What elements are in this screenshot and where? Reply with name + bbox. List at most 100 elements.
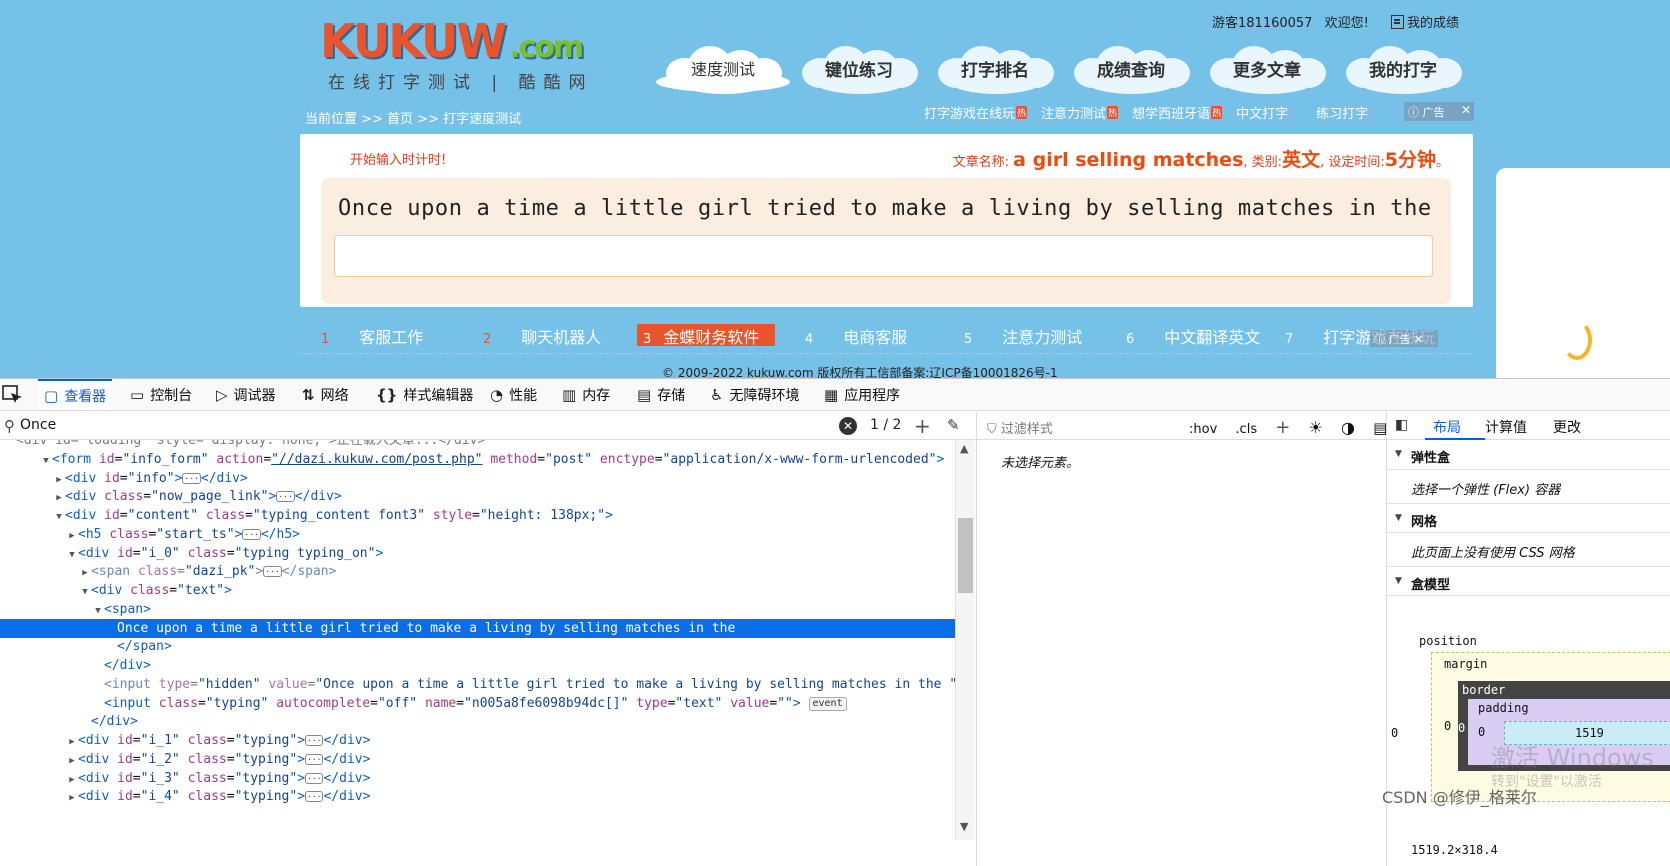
tab-debugger[interactable]: ▷ 调试器	[216, 379, 276, 410]
flexbox-section[interactable]: 弹性盒	[1387, 440, 1670, 470]
typing-input[interactable]	[334, 235, 1433, 277]
tab-memory[interactable]: ▥ 内存	[562, 379, 610, 410]
sub-link[interactable]: 打字游戏在线玩热	[924, 103, 1028, 122]
dark-theme-icon[interactable]: ◑	[1341, 418, 1355, 437]
markup-node[interactable]: ▶ <div id="i_1" class="typing"> ··· </div>	[0, 731, 955, 750]
markup-node[interactable]: <input type="hidden" value="Once upon a …	[0, 675, 955, 694]
markup-node[interactable]: ▼ <span>	[0, 600, 955, 619]
tab-network[interactable]: ⇅ 网络	[302, 379, 349, 410]
element-picker-icon[interactable]	[2, 385, 24, 405]
markup-node[interactable]: ▼ <div id="content" class="typing_content…	[0, 506, 955, 525]
hov-toggle[interactable]: :hov	[1189, 422, 1217, 437]
markup-node[interactable]: ▶ <div id="i_3" class="typing"> ··· </div>	[0, 769, 955, 788]
sub-link[interactable]: 中文打字	[1236, 103, 1288, 122]
scroll-thumb[interactable]	[958, 518, 973, 593]
eyedropper-icon[interactable]: ✎	[947, 416, 960, 434]
layout-tabs: ◧ 布局 计算值 更改	[1387, 412, 1670, 440]
bm-padding-left[interactable]: 0	[1478, 725, 1485, 739]
hot-list-item[interactable]: 2 聊天机器人	[483, 324, 601, 347]
collapsed-content-badge[interactable]: ···	[305, 772, 324, 784]
grid-section[interactable]: 网格	[1387, 503, 1670, 533]
tab-storage[interactable]: ▤ 存储	[637, 379, 685, 410]
collapsed-content-badge[interactable]: ···	[276, 491, 295, 503]
collapsed-content-badge[interactable]: ···	[242, 528, 261, 540]
tab-accessibility[interactable]: ♿ 无障碍环境	[710, 379, 799, 410]
tab-inspector[interactable]: ▢ 查看器	[38, 379, 113, 410]
debugger-icon: ▷	[216, 385, 228, 404]
nav-ranking[interactable]: 打字排名	[934, 42, 1056, 94]
hot-badge: 热	[1016, 106, 1028, 119]
markup-node[interactable]: ▶ <h5 class="start_ts"> ··· </h5>	[0, 525, 955, 544]
nav-label: 我的打字	[1369, 61, 1437, 81]
nav-label: 打字排名	[961, 61, 1029, 81]
markup-node[interactable]: ▼ <div class="text">	[0, 581, 955, 600]
markup-node[interactable]: <input class="typing" autocomplete="off"…	[0, 694, 955, 713]
hot-list-item[interactable]: 3 金蝶财务软件	[637, 324, 776, 347]
hot-list-item[interactable]: 5 注意力测试	[964, 324, 1082, 347]
scroll-up-icon[interactable]: ▲	[960, 442, 968, 455]
tab-application[interactable]: ▦ 应用程序	[824, 379, 900, 410]
nav-score-query[interactable]: 成绩查询	[1070, 42, 1192, 94]
tab-console[interactable]: ▭ 控制台	[130, 379, 192, 410]
tab-performance[interactable]: ◔ 性能	[490, 379, 537, 410]
tab-layout[interactable]: 布局	[1433, 417, 1461, 437]
collapsed-content-badge[interactable]: ···	[263, 566, 282, 578]
hot-list-item[interactable]: 1 客服工作	[321, 324, 423, 347]
markup-node[interactable]: ▼ <div id="i_0" class="typing typing_on">	[0, 544, 955, 563]
site-logo[interactable]: KUKUW .com 在线打字测试 | 酷酷网	[320, 14, 600, 93]
markup-node[interactable]: </div>	[0, 656, 955, 675]
clear-search-icon[interactable]: ✕	[839, 417, 857, 435]
collapsed-content-badge[interactable]: ···	[182, 472, 201, 484]
grid-note: 此页面上没有使用 CSS 网格	[1411, 546, 1575, 561]
my-scores-link[interactable]: 我的成绩	[1407, 16, 1459, 31]
cls-toggle[interactable]: .cls	[1235, 422, 1257, 437]
collapsed-content-badge[interactable]: ···	[305, 735, 324, 746]
markup-node[interactable]: ▶ <div id="i_4" class="typing"> ··· </div>	[0, 787, 955, 806]
tab-changes[interactable]: 更改	[1553, 417, 1581, 437]
filter-styles-input[interactable]: ⛉ 过滤样式	[987, 418, 1053, 437]
sub-link[interactable]: 练习打字	[1316, 103, 1368, 122]
tab-style-editor[interactable]: {} 样式编辑器	[376, 379, 473, 410]
markup-node[interactable]: ▶ <div id="i_2" class="typing"> ··· </div>	[0, 750, 955, 769]
tab-computed[interactable]: 计算值	[1485, 417, 1527, 437]
logo-subtitle: 在线打字测试 | 酷酷网	[328, 73, 594, 93]
toggle-pane-icon[interactable]: ◧	[1395, 417, 1408, 433]
scroll-down-icon[interactable]: ▼	[960, 820, 968, 833]
bm-margin-left[interactable]: 0	[1444, 719, 1451, 733]
markup-node[interactable]: ▶ <div class="now_page_link"> ··· </div>	[0, 487, 955, 506]
application-icon: ▦	[824, 385, 839, 404]
bm-position-label: position	[1419, 634, 1477, 648]
hot-list-item[interactable]: 6 中文翻译英文	[1126, 324, 1260, 347]
add-rule-icon[interactable]: +	[1275, 417, 1290, 438]
main-nav: 速度测试 键位练习 打字排名 成绩查询 更多文章 我的打字	[656, 42, 1464, 98]
markup-node[interactable]: ▶ <div id="info"> ··· </div>	[0, 469, 955, 488]
markup-node[interactable]: </span>	[0, 637, 955, 656]
markup-node[interactable]: </div>	[0, 712, 955, 731]
selected-markup-node[interactable]: Once upon a time a little girl tried to …	[0, 618, 955, 638]
bm-dimensions: 1519.2×318.4	[1411, 843, 1498, 857]
event-badge[interactable]: event	[808, 696, 847, 711]
nav-key-practice[interactable]: 键位练习	[798, 42, 920, 94]
sub-link[interactable]: 想学西班牙语热	[1132, 103, 1223, 122]
html-search-input[interactable]: Once	[20, 417, 56, 433]
markup-node[interactable]: ▼ <form id="info_form" action="//dazi.kuk…	[0, 450, 955, 469]
nav-more-articles[interactable]: 更多文章	[1206, 42, 1328, 94]
nav-speed-test[interactable]: 速度测试	[656, 42, 790, 94]
markup-node[interactable]: <div id="loading" style="display: none;"…	[0, 440, 955, 450]
sub-link[interactable]: 注意力测试热	[1041, 103, 1119, 122]
light-theme-icon[interactable]: ☀	[1308, 418, 1322, 437]
hot-list-item[interactable]: 4 电商客服	[805, 324, 907, 347]
markup-node[interactable]: ▶ <span class="dazi_pk"> ··· </span>	[0, 562, 955, 581]
console-icon: ▭	[130, 385, 145, 404]
tree-scrollbar[interactable]: ▲ ▼	[955, 440, 975, 840]
side-ad[interactable]	[1496, 168, 1670, 378]
boxmodel-section[interactable]: 盒模型	[1387, 566, 1670, 596]
collapsed-content-badge[interactable]: ···	[305, 791, 324, 803]
nav-my-typing[interactable]: 我的打字	[1342, 42, 1464, 94]
collapsed-content-badge[interactable]: ···	[305, 753, 324, 765]
add-node-icon[interactable]: +	[914, 414, 931, 438]
bm-border-left[interactable]: 0	[1458, 721, 1465, 735]
expand-arrow-icon[interactable]: ▶	[66, 789, 78, 808]
scores-icon	[1390, 15, 1404, 29]
ad-close-icon[interactable]: ✕	[1461, 103, 1471, 117]
